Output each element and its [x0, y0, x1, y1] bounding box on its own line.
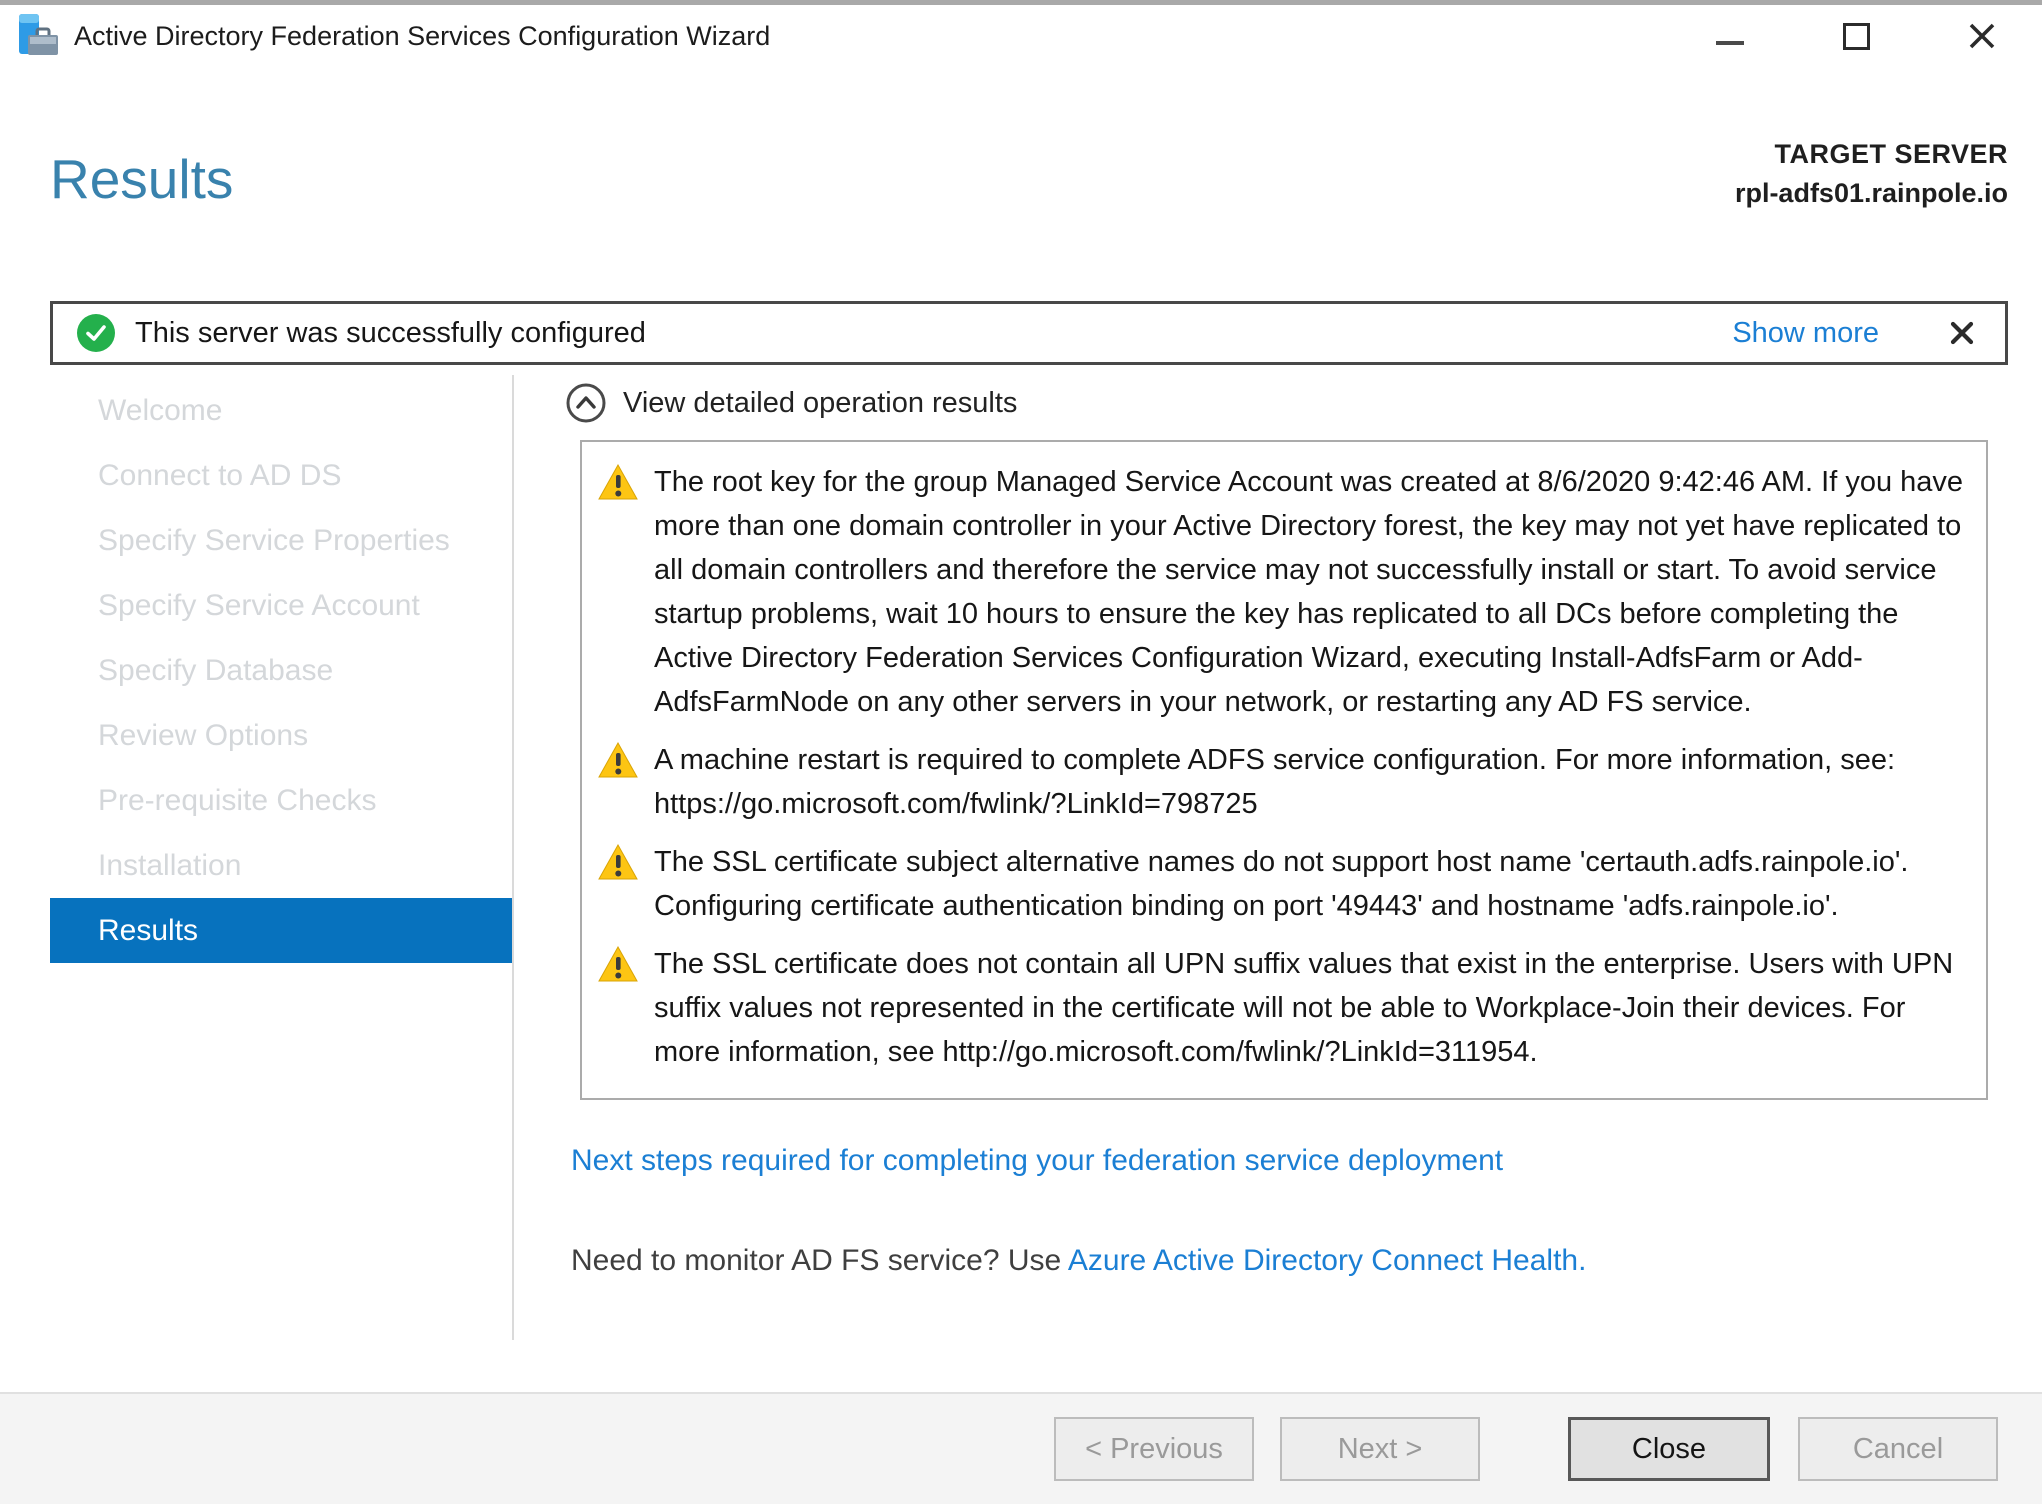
window-controls	[1634, 10, 2026, 62]
sidebar-item-specify-database: Specify Database	[50, 638, 512, 703]
wizard-steps-sidebar: Welcome Connect to AD DS Specify Service…	[50, 378, 512, 963]
window-title: Active Directory Federation Services Con…	[74, 21, 770, 52]
warning-item-ssl-san: The SSL certificate subject alternative …	[598, 840, 1964, 928]
wizard-content: Welcome Connect to AD DS Specify Service…	[0, 370, 2042, 1390]
sidebar-item-welcome: Welcome	[50, 378, 512, 443]
sidebar-item-review-options: Review Options	[50, 703, 512, 768]
target-server-block: TARGET SERVER rpl-adfs01.rainpole.io	[1735, 139, 2008, 209]
warning-text: A machine restart is required to complet…	[654, 738, 1964, 826]
warning-triangle-icon	[598, 742, 638, 778]
warning-item-upn-suffix: The SSL certificate does not contain all…	[598, 942, 1964, 1074]
detailed-results-expander[interactable]: View detailed operation results	[565, 382, 2008, 424]
maximize-icon	[1843, 23, 1870, 50]
warning-triangle-icon	[598, 464, 638, 500]
expander-label: View detailed operation results	[623, 387, 1017, 420]
warning-text: The root key for the group Managed Servi…	[654, 460, 1964, 724]
warning-triangle-icon	[598, 946, 638, 982]
minimize-button[interactable]	[1700, 10, 1760, 62]
sidebar-divider	[512, 375, 514, 1340]
close-button[interactable]: Close	[1568, 1417, 1770, 1481]
sidebar-item-pre-requisite-checks: Pre-requisite Checks	[50, 768, 512, 833]
warning-item-root-key: The root key for the group Managed Servi…	[598, 460, 1964, 724]
sidebar-item-connect-to-ad-ds: Connect to AD DS	[50, 443, 512, 508]
title-bar: Active Directory Federation Services Con…	[0, 5, 2042, 67]
monitor-prefix-text: Need to monitor AD FS service? Use	[571, 1244, 1068, 1277]
target-server-label: TARGET SERVER	[1735, 139, 2008, 170]
warning-item-machine-restart: A machine restart is required to complet…	[598, 738, 1964, 826]
wizard-window: Active Directory Federation Services Con…	[0, 0, 2042, 1504]
close-icon	[1949, 320, 1975, 346]
success-check-icon	[77, 314, 115, 352]
results-panel: View detailed operation results The root…	[565, 370, 2008, 1278]
monitor-line: Need to monitor AD FS service? Use Azure…	[571, 1244, 2008, 1278]
target-server-value: rpl-adfs01.rainpole.io	[1735, 178, 2008, 209]
banner-message: This server was successfully configured	[135, 317, 646, 350]
show-more-link[interactable]: Show more	[1732, 317, 1879, 350]
warning-text: The SSL certificate subject alternative …	[654, 840, 1964, 928]
maximize-button[interactable]	[1826, 10, 1886, 62]
warning-triangle-icon	[598, 844, 638, 880]
next-button[interactable]: Next >	[1280, 1417, 1480, 1481]
next-steps-link[interactable]: Next steps required for completing your …	[571, 1144, 1503, 1178]
sidebar-item-specify-service-account: Specify Service Account	[50, 573, 512, 638]
sidebar-item-results[interactable]: Results	[50, 898, 512, 963]
banner-close-button[interactable]	[1945, 316, 1979, 350]
previous-button[interactable]: < Previous	[1054, 1417, 1254, 1481]
chevron-up-icon	[565, 382, 607, 424]
cancel-button[interactable]: Cancel	[1798, 1417, 1998, 1481]
minimize-icon	[1716, 41, 1744, 45]
azure-ad-connect-health-link[interactable]: Azure Active Directory Connect Health.	[1068, 1244, 1587, 1277]
sidebar-item-specify-service-properties: Specify Service Properties	[50, 508, 512, 573]
banner-actions: Show more	[1732, 316, 1979, 350]
warning-text: The SSL certificate does not contain all…	[654, 942, 1964, 1074]
success-banner: This server was successfully configured …	[50, 301, 2008, 365]
operation-results-box: The root key for the group Managed Servi…	[580, 440, 1988, 1100]
adfs-wizard-app-icon	[16, 13, 60, 59]
close-button[interactable]	[1952, 10, 2012, 62]
sidebar-item-installation: Installation	[50, 833, 512, 898]
close-icon	[1966, 20, 1998, 52]
page-title: Results	[50, 147, 233, 211]
footer-button-bar: < Previous Next > Close Cancel	[0, 1392, 2042, 1504]
